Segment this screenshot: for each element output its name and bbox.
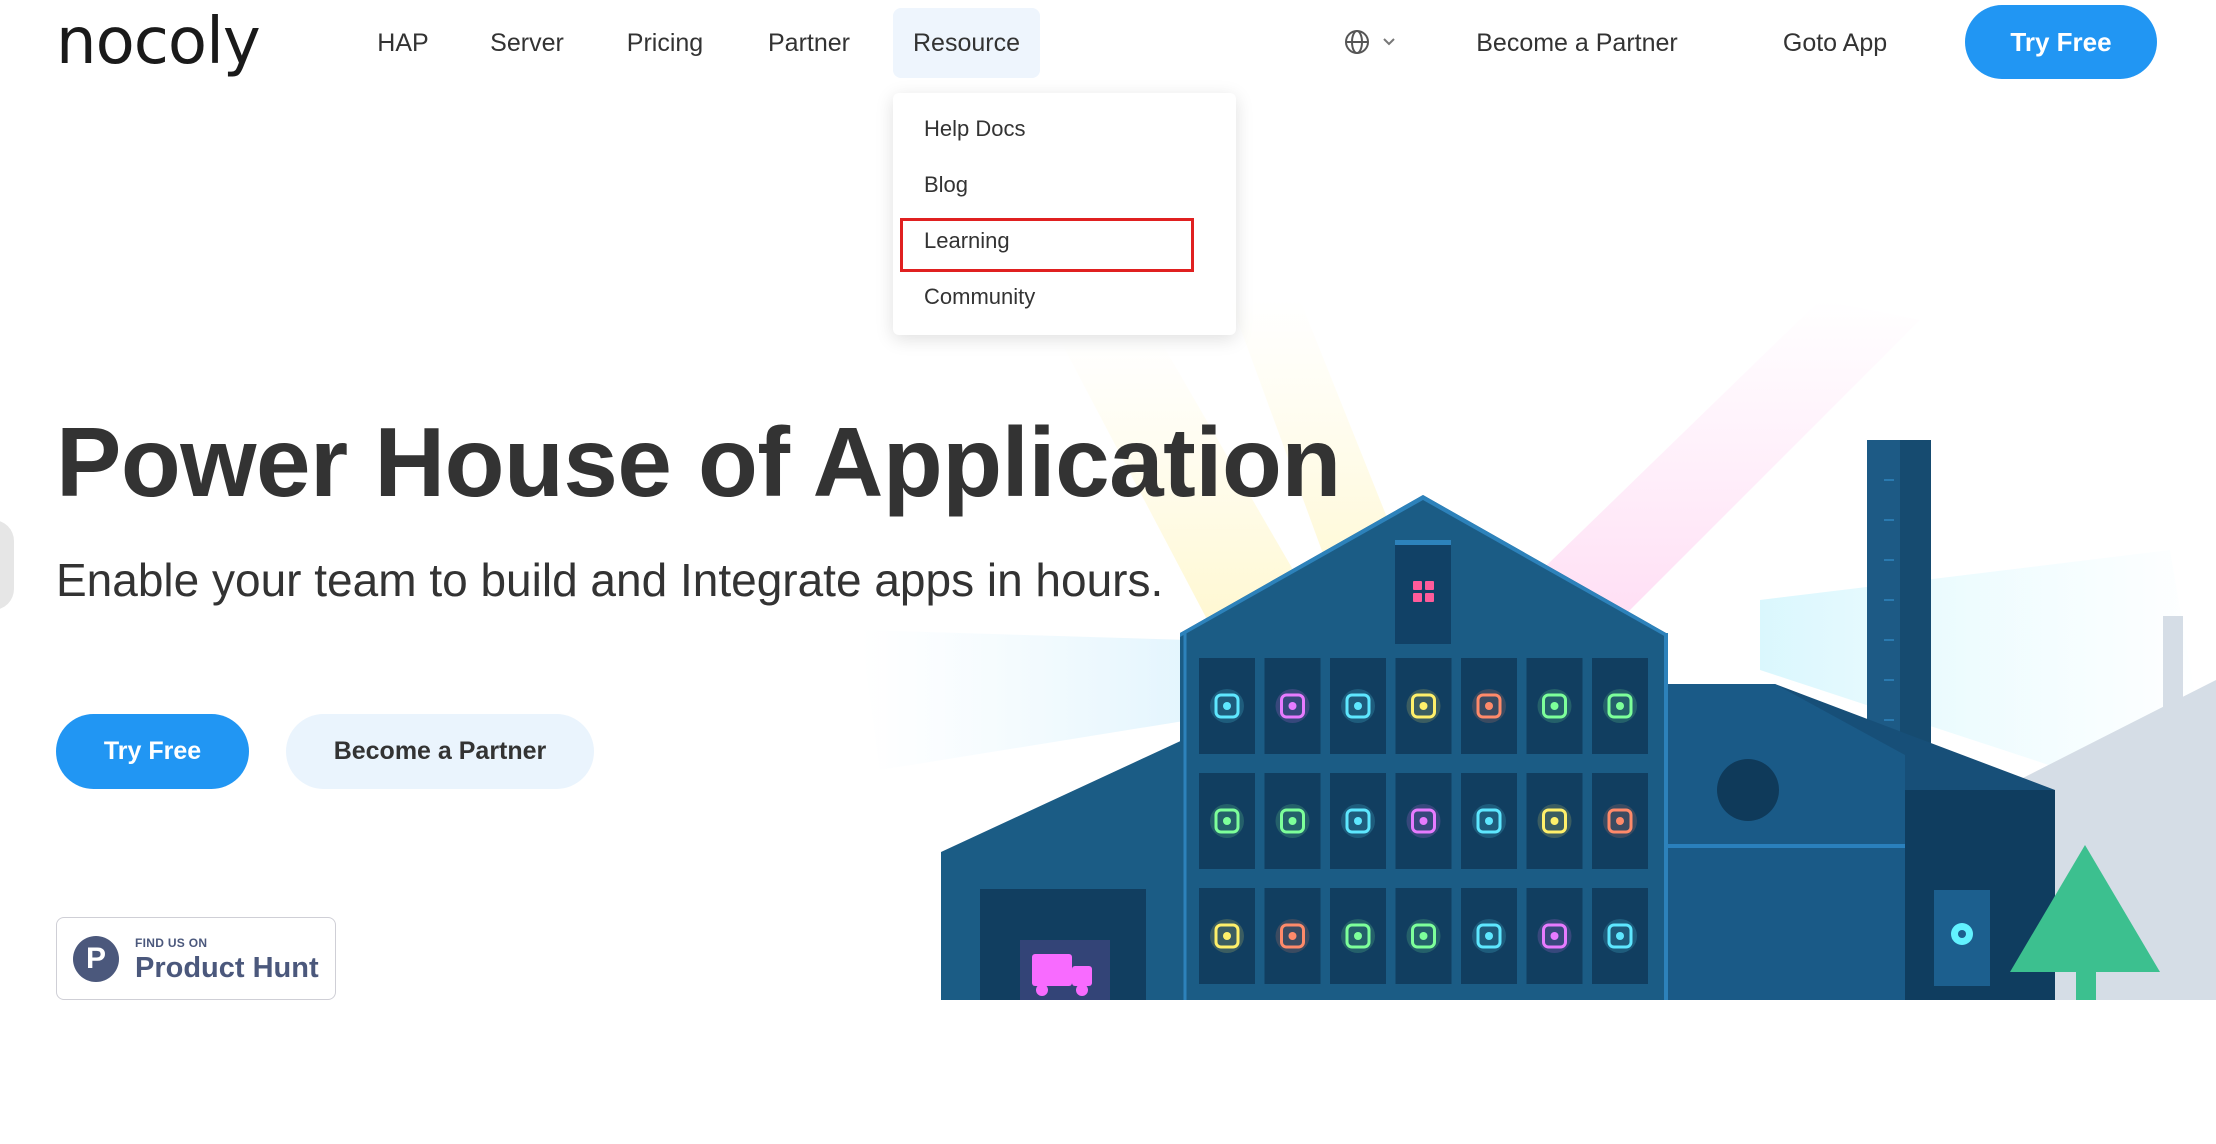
top-navigation: nocoly HAP Server Pricing Partner Resour… (0, 0, 2216, 84)
icon-center (1419, 932, 1428, 940)
hero-title: Power House of Application (56, 407, 1341, 517)
icon-center (1288, 932, 1297, 940)
become-partner-button-hero[interactable]: Become a Partner (286, 714, 594, 789)
icon-center (1223, 702, 1231, 710)
icon-center (1354, 932, 1362, 940)
resource-dropdown-menu: Help Docs Blog Learning Community (893, 93, 1236, 335)
menu-item-blog[interactable]: Blog (924, 170, 968, 200)
icon-center (1288, 817, 1297, 825)
globe-icon (1345, 30, 1395, 54)
icon-center (1419, 817, 1428, 825)
try-free-button-hero[interactable]: Try Free (56, 714, 249, 789)
nav-link-pricing[interactable]: Pricing (619, 8, 711, 78)
app-window-grid (1199, 658, 1648, 984)
truck-icon (1020, 940, 1110, 1000)
nav-link-hap[interactable]: HAP (368, 8, 438, 78)
chevron-down-icon (1383, 38, 1395, 46)
icon-center (1616, 932, 1624, 940)
icon-center (1550, 817, 1559, 825)
goto-app-link[interactable]: Goto App (1770, 8, 1900, 78)
icon-center (1616, 702, 1624, 710)
hero-subtitle: Enable your team to build and Integrate … (56, 554, 1164, 606)
grey-pole (2163, 616, 2183, 916)
icon-center (1223, 932, 1231, 940)
language-selector[interactable] (1340, 26, 1404, 58)
menu-item-help-docs[interactable]: Help Docs (924, 114, 1025, 144)
attic-window (1395, 540, 1451, 644)
nav-link-server[interactable]: Server (481, 8, 573, 78)
product-hunt-caption: FIND US ON (135, 936, 208, 950)
icon-center (1419, 702, 1428, 710)
icon-center (1485, 702, 1493, 710)
icon-center (1485, 932, 1493, 940)
round-window (1717, 759, 1779, 821)
product-hunt-title: Product Hunt (135, 952, 319, 984)
nocoly-logo[interactable]: nocoly (56, 6, 261, 78)
product-hunt-logo: P (73, 936, 119, 982)
icon-center (1550, 932, 1559, 940)
product-hunt-badge[interactable]: P FIND US ON Product Hunt (56, 917, 336, 1000)
icon-center (1485, 817, 1493, 825)
try-free-button-header[interactable]: Try Free (1965, 5, 2157, 79)
become-partner-link[interactable]: Become a Partner (1462, 8, 1692, 78)
nav-link-partner[interactable]: Partner (759, 8, 859, 78)
icon-center (1550, 702, 1559, 710)
icon-center (1354, 702, 1362, 710)
icon-center (1288, 702, 1297, 710)
menu-item-learning[interactable]: Learning (924, 226, 1010, 256)
side-tab[interactable] (0, 520, 14, 610)
icon-center (1354, 817, 1362, 825)
light-beam-left (860, 630, 1190, 770)
nav-link-resource[interactable]: Resource (893, 8, 1040, 78)
icon-center (1616, 817, 1624, 825)
icon-center (1223, 817, 1231, 825)
